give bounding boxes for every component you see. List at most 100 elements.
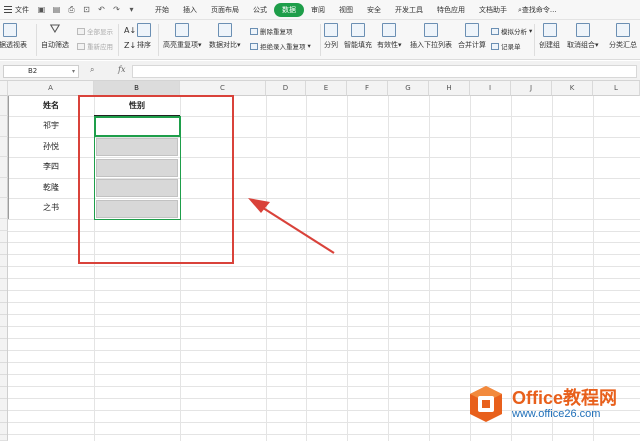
flash-fill-button[interactable]: 智能填充 <box>344 23 372 50</box>
tab-insert[interactable]: 插入 <box>176 3 204 17</box>
tab-developer[interactable]: 开发工具 <box>388 3 430 17</box>
print-preview-icon[interactable]: ⊡ <box>82 5 91 15</box>
row-header[interactable] <box>0 157 8 178</box>
chevron-down-icon: ▾ <box>595 41 599 49</box>
tab-security[interactable]: 安全 <box>360 3 388 17</box>
tab-review[interactable]: 审阅 <box>304 3 332 17</box>
validation-icon <box>382 23 397 37</box>
validation-button[interactable]: 有效性▾ <box>377 23 402 50</box>
column-header-h[interactable]: H <box>429 81 470 96</box>
undo-icon[interactable]: ↶ <box>97 5 106 15</box>
office-logo-icon <box>466 384 506 424</box>
group-button[interactable]: 创建组 <box>539 23 560 50</box>
save-icon[interactable]: ▣ <box>37 5 46 15</box>
chevron-down-icon: ▾ <box>307 42 311 50</box>
menu-bar: 文件 ▣ ▤ ⎙ ⊡ ↶ ↷ ▾ 开始 插入 页面布局 公式 数据 审阅 视图 … <box>0 0 640 20</box>
highlight-duplicates-button[interactable]: 高亮重复项▾ <box>163 23 202 50</box>
subtotal-button[interactable]: 分类汇总 <box>609 23 637 50</box>
row-header[interactable] <box>0 96 8 116</box>
show-all-button[interactable]: 全部显示 <box>77 26 113 36</box>
arrow-shaft <box>259 205 335 254</box>
watermark-title: Office教程网 <box>512 387 618 408</box>
row-headers[interactable] <box>0 231 8 441</box>
file-menu[interactable]: 文件 <box>15 5 29 15</box>
ribbon-divider <box>534 24 535 56</box>
sort-button[interactable]: 排序 <box>137 23 151 50</box>
autofilter-button[interactable]: ⛛ 自动筛选 <box>41 23 69 50</box>
column-header-i[interactable]: I <box>470 81 511 96</box>
tab-formulas[interactable]: 公式 <box>246 3 274 17</box>
row-header[interactable] <box>0 219 8 231</box>
reapply-button[interactable]: 重新应用 <box>77 41 113 51</box>
command-search[interactable]: ⌕查找命令... <box>518 5 557 15</box>
row-header[interactable] <box>0 137 8 157</box>
data-compare-icon <box>217 23 232 37</box>
ribbon-divider <box>158 24 159 56</box>
tab-home[interactable]: 开始 <box>148 3 176 17</box>
menu-icon[interactable] <box>4 6 12 13</box>
column-header-d[interactable]: D <box>266 81 306 96</box>
row-header[interactable] <box>0 198 8 219</box>
office-logo-svg <box>470 386 502 422</box>
column-header-k[interactable]: K <box>552 81 593 96</box>
remove-duplicates-button[interactable]: 删除重复项 <box>250 26 293 36</box>
tab-features[interactable]: 特色应用 <box>430 3 472 17</box>
column-header-l[interactable]: L <box>593 81 640 96</box>
reject-duplicates-button[interactable]: 拒绝录入重复项 ▾ <box>250 41 311 51</box>
ribbon-tabs: 开始 插入 页面布局 公式 数据 审阅 视图 安全 开发工具 特色应用 文档助手 <box>148 2 514 17</box>
filter-icon: ⛛ <box>49 22 61 37</box>
sort-ascending-icon[interactable]: A↓ <box>124 26 136 35</box>
what-if-analysis-button[interactable]: 模拟分析 ▾ <box>491 26 532 36</box>
sort-descending-icon[interactable]: Z↓ <box>124 41 136 50</box>
group-icon <box>542 23 557 37</box>
what-if-analysis-icon <box>491 27 499 35</box>
redo-icon[interactable]: ↷ <box>112 5 121 15</box>
tab-page-layout[interactable]: 页面布局 <box>204 3 246 17</box>
watermark-url: www.office26.com <box>512 407 601 420</box>
column-header-f[interactable]: F <box>347 81 388 96</box>
tab-data[interactable]: 数据 <box>274 2 304 17</box>
watermark: Office教程网 www.office26.com <box>466 384 617 424</box>
tab-view[interactable]: 视图 <box>332 3 360 17</box>
print-icon[interactable]: ⎙ <box>67 5 76 15</box>
ungroup-icon <box>575 23 590 37</box>
select-all-corner[interactable] <box>0 81 8 96</box>
highlight-duplicates-icon <box>175 23 190 37</box>
row-header[interactable] <box>0 116 8 137</box>
ribbon-divider <box>118 24 119 56</box>
chevron-down-icon: ▾ <box>398 41 402 49</box>
insert-dropdown-list-button[interactable]: 插入下拉列表 <box>410 23 452 50</box>
tab-doc-assistant[interactable]: 文档助手 <box>472 3 514 17</box>
formula-bar: B2 ▾ ⌕ fx <box>0 61 640 81</box>
chevron-down-icon[interactable]: ▾ <box>72 66 75 77</box>
column-header-e[interactable]: E <box>306 81 347 96</box>
pivot-table-icon <box>2 23 17 37</box>
column-header-g[interactable]: G <box>388 81 429 96</box>
column-header-j[interactable]: J <box>511 81 552 96</box>
name-box[interactable]: B2 ▾ <box>3 65 79 78</box>
column-header-c[interactable]: C <box>180 81 266 96</box>
chevron-down-icon: ▾ <box>237 41 241 49</box>
consolidate-button[interactable]: 合并计算 <box>458 23 486 50</box>
fx-icon[interactable]: fx <box>118 65 125 74</box>
ribbon-data: 数据透视表 ⛛ 自动筛选 全部显示 重新应用 A↓ Z↓ 排序 高亮重复项▾ 数… <box>0 20 640 60</box>
chevron-down-icon[interactable]: ▾ <box>127 5 136 15</box>
column-header-a[interactable]: A <box>8 81 94 96</box>
ribbon-divider <box>36 24 37 56</box>
record-form-button[interactable]: 记录单 <box>491 41 521 51</box>
reject-duplicates-icon <box>250 42 258 50</box>
show-all-icon <box>77 27 85 35</box>
dropdown-list-icon <box>424 23 438 37</box>
data-compare-button[interactable]: 数据对比▾ <box>209 23 241 50</box>
flash-fill-icon <box>351 23 365 37</box>
zoom-icon[interactable]: ⌕ <box>90 65 94 75</box>
watermark-text: Office教程网 www.office26.com <box>512 388 617 421</box>
export-pdf-icon[interactable]: ▤ <box>52 5 61 15</box>
row-header[interactable] <box>0 178 8 198</box>
ungroup-button[interactable]: 取消组合▾ <box>567 23 599 50</box>
remove-duplicates-icon <box>250 27 258 35</box>
text-to-columns-button[interactable]: 分列 <box>324 23 338 50</box>
pivot-table-button[interactable]: 数据透视表 <box>0 23 27 50</box>
formula-input[interactable] <box>132 65 637 78</box>
column-header-b[interactable]: B <box>94 81 180 96</box>
